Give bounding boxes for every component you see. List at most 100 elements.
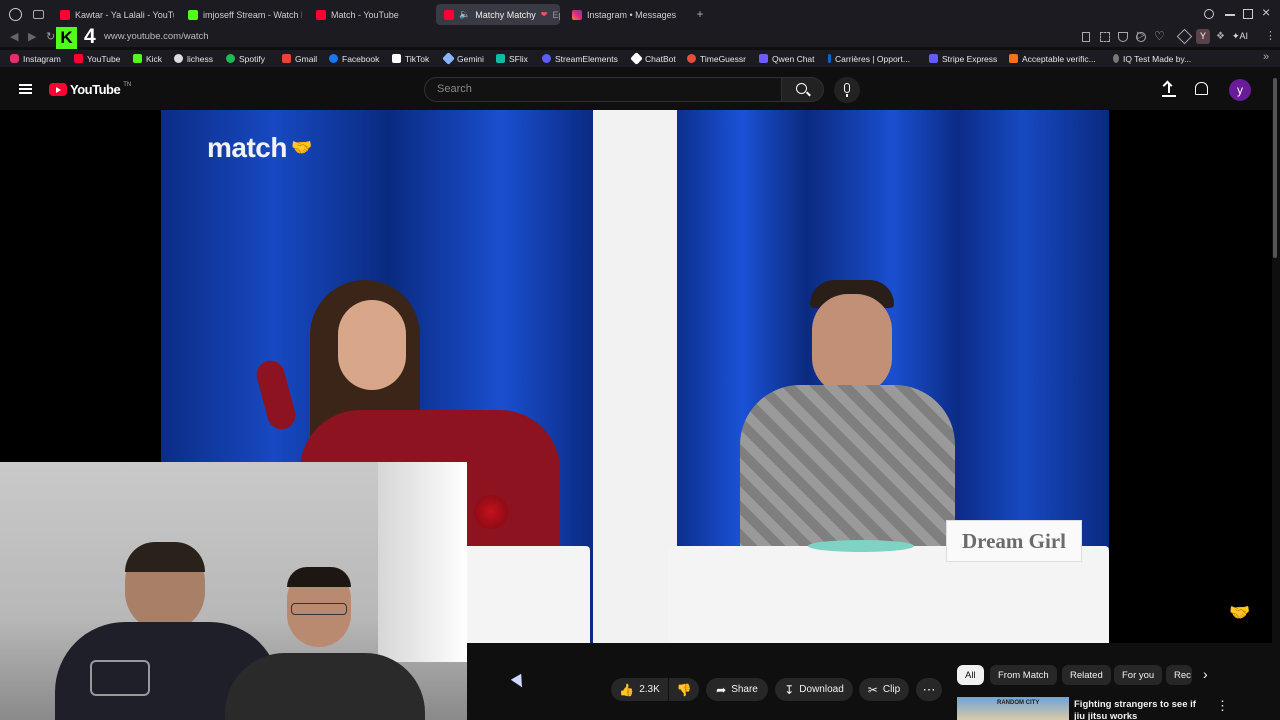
like-button[interactable]: 👍 2.3K (611, 678, 668, 701)
back-arrow-icon[interactable]: ◀ (10, 30, 18, 43)
tab-match[interactable]: Match - YouTube (308, 4, 430, 25)
name-card: Dream Girl (946, 520, 1082, 562)
chip-recent[interactable]: Rec (1166, 665, 1192, 685)
bookmark-label: YouTube (87, 53, 121, 64)
speaker-icon[interactable]: 🔈 (459, 9, 470, 20)
bookmark-label: IQ Test Made by... (1123, 53, 1192, 64)
video-menu-dots-icon[interactable]: ⋮ (1216, 698, 1229, 714)
chip-from-match[interactable]: From Match (990, 665, 1057, 685)
iq-test-icon (1113, 54, 1119, 63)
notifications-bell-icon[interactable] (1195, 82, 1208, 95)
chip-for-you[interactable]: For you (1114, 665, 1163, 685)
bookmark-sflix[interactable]: SFlix (496, 52, 528, 65)
bookmark-timeguessr[interactable]: TimeGuessr (687, 52, 746, 65)
handshake-logo-icon: 🤝 (1229, 603, 1251, 622)
like-count: 2.3K (639, 684, 660, 695)
more-dots-icon: ⋯ (922, 681, 936, 697)
kick-icon (133, 54, 142, 63)
instagram-favicon-icon (572, 9, 582, 20)
hamburger-menu-icon[interactable] (19, 84, 32, 94)
tab-label-suffix: Ep (552, 9, 560, 20)
search-tabs-icon[interactable] (1204, 9, 1214, 19)
bookmark-qwen[interactable]: Qwen Chat (759, 52, 815, 65)
bookmark-label: TimeGuessr (700, 53, 746, 64)
bookmark-page-icon[interactable] (1082, 32, 1090, 42)
kick-favicon-icon (188, 9, 198, 20)
chips-next-chevron-icon[interactable]: › (1203, 666, 1208, 682)
name-card-text: Dream Girl (962, 528, 1066, 553)
clip-label: Clip (882, 684, 901, 695)
bookmark-iq-test[interactable]: IQ Test Made by... (1113, 52, 1191, 65)
bookmark-label: Spotify (239, 53, 265, 64)
tab-matchy-matchy[interactable]: 🔈 Matchy Matchy ❤ Ep (436, 4, 560, 25)
player-icon[interactable]: ▷ (1137, 30, 1145, 41)
recommended-video-title: Fighting strangers to see if jiu jitsu w… (1074, 699, 1196, 720)
youtube-favicon-icon (316, 9, 326, 20)
url-field[interactable]: www.youtube.com/watch (104, 31, 504, 42)
close-window-button[interactable]: × (1262, 4, 1270, 20)
forward-arrow-icon[interactable]: ▶ (28, 30, 36, 43)
bookmark-label: Gmail (295, 53, 318, 64)
browser-menu-icon[interactable] (9, 8, 22, 21)
bookmark-tiktok[interactable]: TikTok (392, 52, 429, 65)
page-scrollbar[interactable] (1273, 78, 1277, 258)
dislike-button[interactable]: 👎 (669, 678, 699, 701)
bookmark-streamelements[interactable]: StreamElements (542, 52, 618, 65)
bookmark-label: Gemini (457, 53, 484, 64)
sflix-icon (496, 54, 505, 63)
contestant-right (740, 280, 960, 585)
bookmark-chatbot[interactable]: ChatBot (630, 52, 676, 65)
bookmark-gemini[interactable]: Gemini (442, 52, 484, 65)
menu-dots-icon[interactable]: ⋮ (1265, 29, 1276, 42)
bookmark-kick[interactable]: Kick (133, 52, 162, 65)
bookmark-carrieres[interactable]: Carrières | Opport... (828, 52, 910, 65)
bookmark-stripe[interactable]: Stripe Express (929, 52, 997, 65)
more-bookmarks-chevron-icon[interactable]: » (1263, 51, 1269, 63)
youtube-logo[interactable]: YouTube TN (49, 82, 131, 97)
youtube-favicon-icon (60, 9, 70, 20)
bookmark-gmail[interactable]: Gmail (282, 52, 317, 65)
screenshot-icon[interactable] (1100, 32, 1110, 42)
bookmark-instagram[interactable]: Instagram (10, 52, 61, 65)
recommended-video-item[interactable]: RANDOM CITY Fighting strangers to see if… (957, 697, 1257, 720)
notification-count-badge: 4 (84, 25, 96, 48)
reload-icon[interactable]: ↻ (46, 30, 55, 43)
bookmark-lichess[interactable]: lichess (174, 52, 213, 65)
gmail-icon (282, 54, 291, 63)
bookmark-facebook[interactable]: Facebook (329, 52, 379, 65)
more-actions-button[interactable]: ⋯ (916, 678, 942, 701)
profile-y-icon[interactable]: Y (1196, 29, 1210, 44)
search-button[interactable] (782, 77, 824, 102)
clip-button[interactable]: ✂ Clip (859, 678, 909, 701)
upload-icon[interactable] (1162, 80, 1176, 97)
account-avatar[interactable]: y (1229, 79, 1251, 101)
tab-overview-icon[interactable] (33, 10, 44, 19)
download-icon: ↧ (784, 682, 795, 697)
shield-icon[interactable] (1118, 32, 1128, 42)
heart-emoji-icon: ❤ (540, 10, 548, 19)
tab-label: imjoseff Stream - Watch Live (203, 9, 302, 20)
maximize-button[interactable] (1243, 9, 1253, 19)
download-button[interactable]: ↧ Download (775, 678, 853, 701)
share-button[interactable]: ➦ Share (706, 678, 768, 701)
bookmark-acceptable[interactable]: Acceptable verific... (1009, 52, 1096, 65)
tab-kawtar[interactable]: Kawtar - Ya Lalali - YouTube (52, 4, 174, 25)
bookmark-spotify[interactable]: Spotify (226, 52, 265, 65)
chip-related[interactable]: Related (1062, 665, 1111, 685)
extensions-cube-icon[interactable] (1176, 28, 1193, 45)
bookmark-label: lichess (187, 53, 213, 64)
voice-search-button[interactable] (834, 77, 860, 103)
bookmark-label: TikTok (405, 53, 430, 64)
minimize-button[interactable] (1225, 14, 1235, 16)
search-input[interactable]: Search (424, 77, 782, 102)
bookmark-label: Kick (146, 53, 163, 64)
chip-all[interactable]: All (957, 665, 984, 685)
ai-assistant-button[interactable]: ✦AI (1232, 31, 1248, 42)
bookmark-label: Carrières | Opport... (835, 53, 910, 64)
favorite-heart-icon[interactable]: ♡ (1154, 29, 1165, 43)
vpn-icon[interactable]: ❖ (1216, 31, 1225, 42)
bookmark-youtube[interactable]: YouTube (74, 52, 120, 65)
new-tab-button[interactable]: + (694, 8, 706, 20)
tab-instagram[interactable]: Instagram • Messages (564, 4, 688, 25)
tab-imjoseff[interactable]: imjoseff Stream - Watch Live (180, 4, 302, 25)
